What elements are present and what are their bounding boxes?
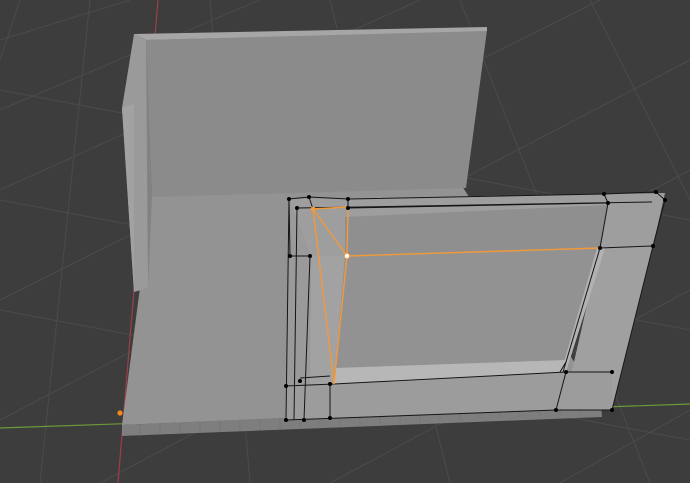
viewport-canvas[interactable] (0, 0, 690, 483)
3d-viewport[interactable] (0, 0, 690, 483)
object-origin-marker[interactable] (117, 410, 123, 416)
active-vertex[interactable] (343, 252, 350, 259)
back-wall[interactable] (134, 27, 487, 197)
window-frame[interactable] (286, 193, 665, 420)
selected-vertex[interactable] (310, 206, 316, 212)
